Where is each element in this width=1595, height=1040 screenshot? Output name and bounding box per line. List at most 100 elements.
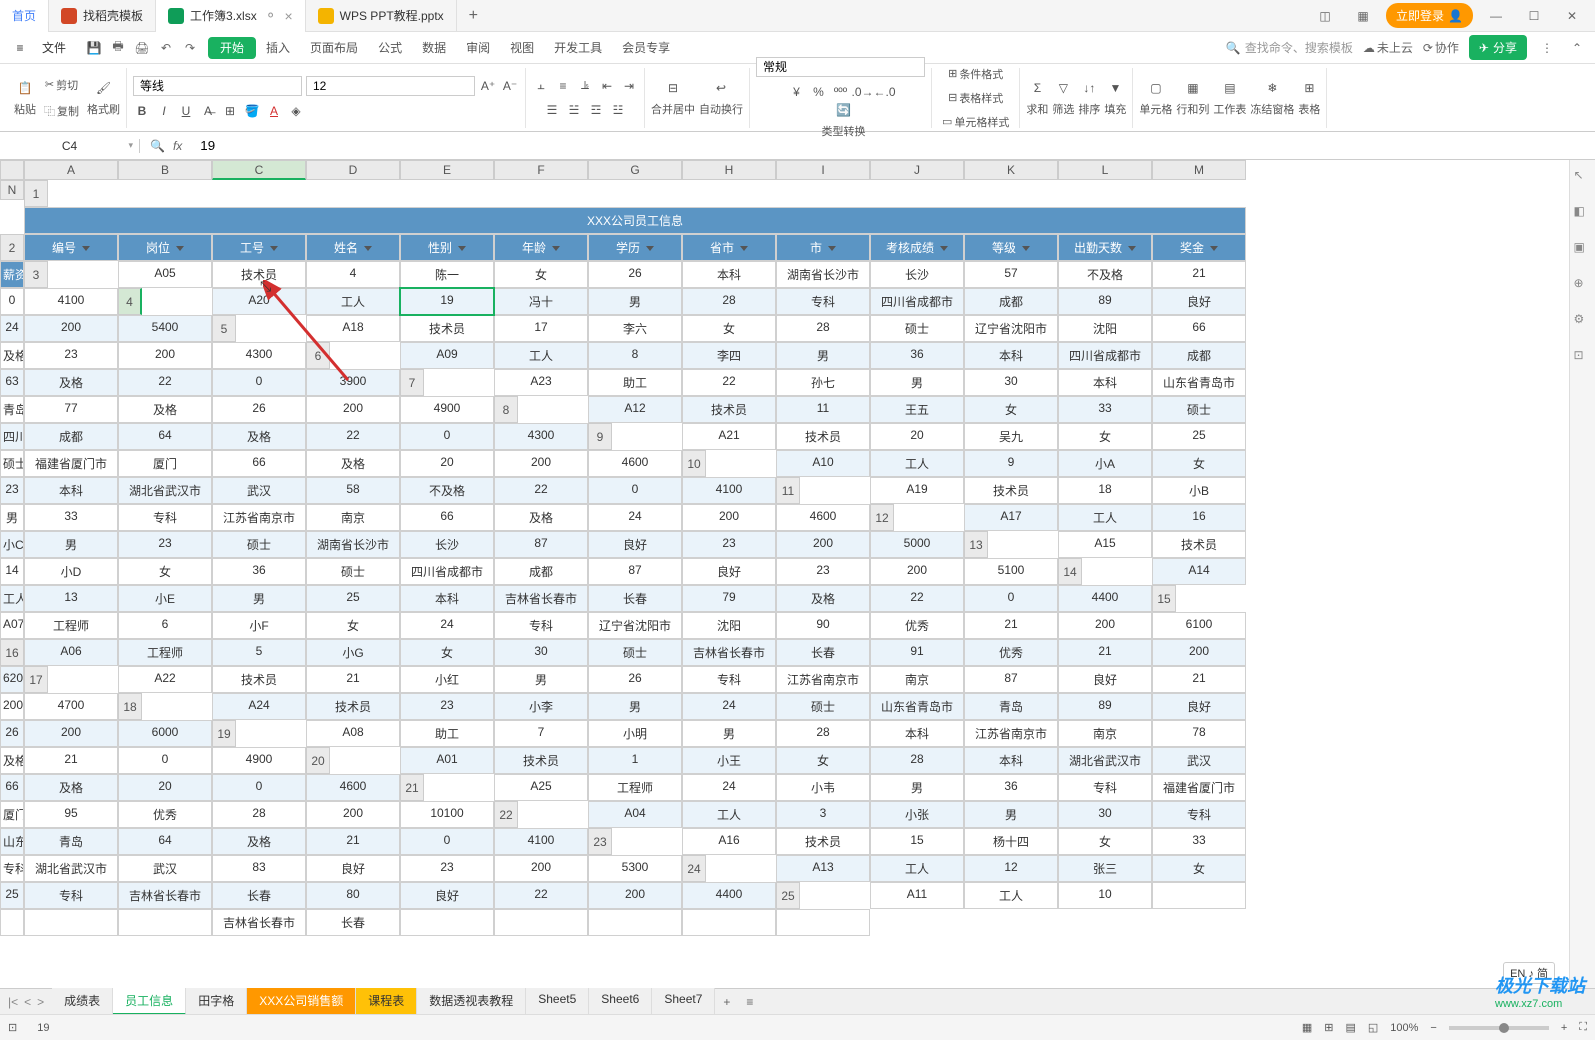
cell[interactable]: 3 (776, 801, 870, 828)
cell[interactable]: 4100 (494, 828, 588, 855)
cell[interactable]: 66 (0, 774, 24, 801)
cell[interactable]: 80 (306, 882, 400, 909)
cell[interactable]: 64 (118, 828, 212, 855)
ribbon-tab-member[interactable]: 会员专享 (612, 32, 680, 64)
row-header[interactable]: 1 (24, 180, 48, 207)
cell[interactable]: 长沙 (870, 261, 964, 288)
cell[interactable]: 男 (682, 720, 776, 747)
cell[interactable]: 66 (1152, 315, 1246, 342)
row-header[interactable]: 3 (24, 261, 48, 288)
table-header[interactable]: 年龄 (494, 234, 588, 261)
column-header[interactable]: N (0, 180, 24, 200)
cell[interactable]: 20 (118, 774, 212, 801)
cell[interactable]: 硕士 (588, 639, 682, 666)
cell[interactable]: 87 (964, 666, 1058, 693)
cell[interactable]: 及格 (0, 747, 24, 774)
increase-font-icon[interactable]: A⁺ (479, 77, 497, 95)
cell[interactable]: 女 (1152, 450, 1246, 477)
cell[interactable]: 湖南省长沙市 (776, 261, 870, 288)
row-header[interactable]: 17 (24, 666, 48, 693)
cell[interactable]: A18 (306, 315, 400, 342)
cell[interactable]: 女 (306, 612, 400, 639)
cell[interactable]: A04 (588, 801, 682, 828)
cell[interactable]: 21 (24, 747, 118, 774)
cell[interactable]: 女 (118, 558, 212, 585)
cell[interactable]: A21 (682, 423, 776, 450)
cell[interactable]: 工程师 (118, 639, 212, 666)
copy-button[interactable]: ⿻ 复制 (40, 101, 83, 121)
cell[interactable]: 吴九 (964, 423, 1058, 450)
pin-icon[interactable]: ⚬ (265, 7, 277, 24)
cell[interactable]: 长春 (306, 909, 400, 936)
cell[interactable]: 0 (964, 585, 1058, 612)
cell[interactable]: 青岛 (24, 828, 118, 855)
cell[interactable]: 山东省青岛市 (870, 693, 964, 720)
cell[interactable]: 四川省成都市 (1058, 342, 1152, 369)
cell[interactable]: 技术员 (776, 828, 870, 855)
cell[interactable]: 男 (870, 774, 964, 801)
cell[interactable]: 工人 (1058, 504, 1152, 531)
grid-area[interactable]: ABCDEFGHIJKLMN1XXX公司员工信息2编号岗位工号姓名性别年龄学历省… (0, 160, 1569, 988)
cell[interactable]: 21 (1152, 261, 1246, 288)
cell[interactable]: A19 (870, 477, 964, 504)
cell[interactable]: 0 (400, 423, 494, 450)
cell[interactable]: 30 (1058, 801, 1152, 828)
sheet-tab[interactable]: 田字格 (186, 988, 247, 1015)
cell[interactable]: 22 (870, 585, 964, 612)
cell[interactable]: 23 (0, 477, 24, 504)
zoom-in-button[interactable]: + (1561, 1022, 1567, 1034)
cell[interactable]: 6200 (0, 666, 24, 693)
cell[interactable]: 及格 (776, 585, 870, 612)
cell[interactable]: 20 (400, 450, 494, 477)
cell[interactable]: 33 (1058, 396, 1152, 423)
cell[interactable]: 4100 (24, 288, 118, 315)
cell[interactable]: 4900 (400, 396, 494, 423)
cell[interactable]: A17 (964, 504, 1058, 531)
login-button[interactable]: 立即登录 👤 (1386, 3, 1473, 28)
cell[interactable]: 优秀 (964, 639, 1058, 666)
status-mode-icon[interactable]: ⊡ (8, 1021, 17, 1034)
maximize-button[interactable]: ☐ (1519, 1, 1549, 31)
cell[interactable]: 长春 (588, 585, 682, 612)
cell[interactable]: 36 (870, 342, 964, 369)
cell[interactable]: 4300 (212, 342, 306, 369)
cell[interactable]: 不及格 (400, 477, 494, 504)
cell[interactable]: 小王 (682, 747, 776, 774)
table-header[interactable]: 市 (776, 234, 870, 261)
column-header[interactable]: J (870, 160, 964, 180)
sidebar-select-icon[interactable]: ↖ (1574, 168, 1592, 186)
cell[interactable]: 5300 (588, 855, 682, 882)
cell[interactable]: A07 (0, 612, 24, 639)
cell[interactable]: A10 (776, 450, 870, 477)
cell[interactable]: 女 (1152, 855, 1246, 882)
cell[interactable]: 17 (494, 315, 588, 342)
cell[interactable]: 16 (1152, 504, 1246, 531)
name-box[interactable]: C4 (0, 139, 140, 153)
cell[interactable]: 小A (1058, 450, 1152, 477)
row-header[interactable]: 12 (870, 504, 894, 531)
cell[interactable]: 22 (682, 369, 776, 396)
cell[interactable]: 助工 (400, 720, 494, 747)
cell[interactable]: A23 (494, 369, 588, 396)
cell[interactable]: 10100 (400, 801, 494, 828)
cell[interactable]: 武汉 (118, 855, 212, 882)
cell[interactable]: 技术员 (1152, 531, 1246, 558)
table-header[interactable]: 性别 (400, 234, 494, 261)
column-header[interactable]: M (1152, 160, 1246, 180)
cell[interactable]: 4400 (1058, 585, 1152, 612)
cell[interactable]: 19 (400, 288, 494, 315)
cell[interactable]: 28 (870, 747, 964, 774)
ribbon-tab-data[interactable]: 数据 (412, 32, 456, 64)
cell[interactable]: 辽宁省沈阳市 (588, 612, 682, 639)
cell[interactable] (776, 909, 870, 936)
cell[interactable]: 良好 (682, 558, 776, 585)
table-header[interactable]: 等级 (964, 234, 1058, 261)
cell[interactable]: 0 (0, 288, 24, 315)
cell[interactable]: 21 (306, 828, 400, 855)
cell[interactable]: 0 (212, 369, 306, 396)
doc-tab-workbook[interactable]: 工作簿3.xlsx ⚬ × (156, 0, 306, 32)
cell[interactable]: 福建省厦门市 (1152, 774, 1246, 801)
search-command[interactable]: 🔍 查找命令、搜索模板 (1226, 39, 1353, 56)
cell[interactable]: 及格 (24, 369, 118, 396)
sidebar-settings-icon[interactable]: ⚙ (1574, 312, 1592, 330)
